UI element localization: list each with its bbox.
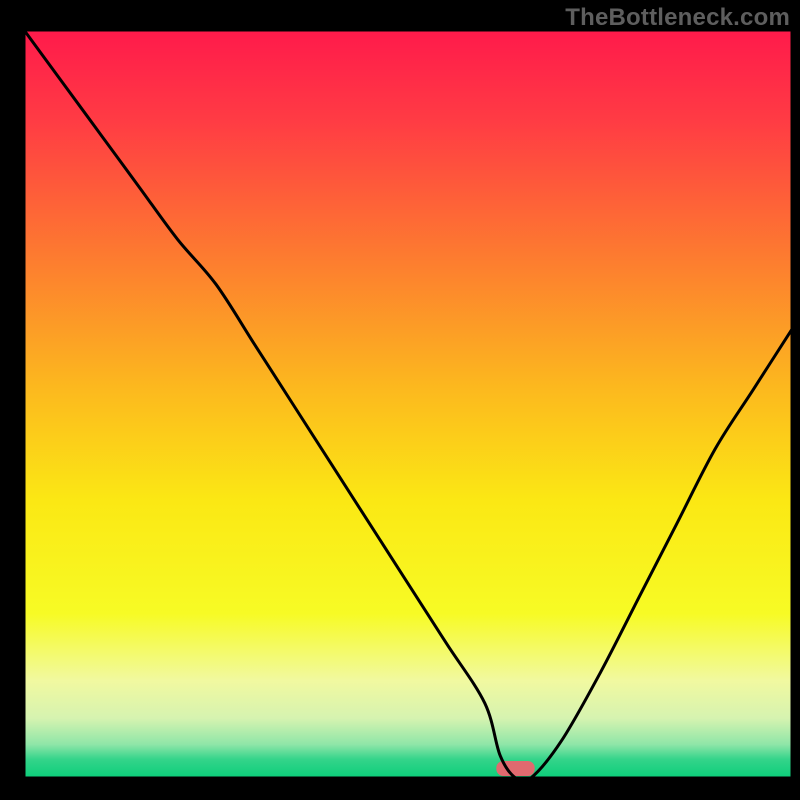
plot-background xyxy=(24,30,792,778)
bottleneck-chart xyxy=(0,0,800,800)
chart-container: TheBottleneck.com xyxy=(0,0,800,800)
watermark-label: TheBottleneck.com xyxy=(565,4,790,32)
